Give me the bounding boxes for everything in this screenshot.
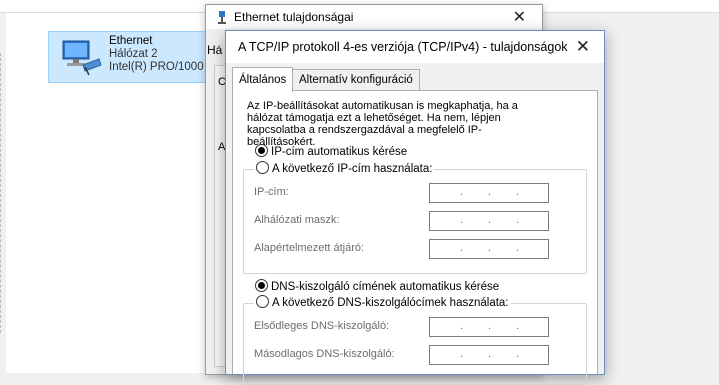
tab-alternate-configuration[interactable]: Alternatív konfiguráció (292, 69, 420, 90)
preferred-dns-input[interactable]: ... (429, 317, 549, 337)
ip-address-row: IP-cím: ... (254, 183, 579, 203)
dns-auto-label: DNS-kiszolgáló címének automatikus kérés… (271, 281, 500, 293)
network-connections-pane: Ethernet Hálózat 2 Intel(R) PRO/1000 (0, 13, 213, 373)
ip-address-input[interactable]: ... (429, 183, 549, 203)
close-icon[interactable]: ✕ (576, 37, 590, 57)
ip-manual-label: A következő IP-cím használata: (272, 163, 433, 175)
adapter-network: Hálózat 2 (109, 48, 158, 60)
ip-address-label: IP-cím: (254, 186, 289, 198)
ip-manual-option[interactable]: A következő IP-cím használata: (254, 161, 435, 175)
subnet-mask-input[interactable]: ... (429, 211, 549, 231)
radio-selected[interactable] (255, 279, 268, 292)
alternate-dns-row: Másodlagos DNS-kiszolgáló: ... (254, 345, 579, 365)
tcpip-properties-dialog: A TCP/IP protokoll 4-es verziója (TCP/IP… (225, 30, 605, 385)
dns-manual-label: A következő DNS-kiszolgálócímek használa… (272, 297, 509, 309)
default-gateway-input[interactable]: ... (429, 239, 549, 259)
adapter-name: Ethernet (109, 35, 153, 47)
alternate-dns-label: Másodlagos DNS-kiszolgáló: (254, 348, 395, 360)
ethernet-window-titlebar: Ethernet tulajdonságai ✕ (206, 5, 542, 29)
subnet-mask-row: Alhálózati maszk: ... (254, 211, 579, 231)
ethernet-window-title: Ethernet tulajdonságai (234, 10, 354, 24)
dialog-title: A TCP/IP protokoll 4-es verziója (TCP/IP… (238, 40, 568, 54)
ethernet-tab-fragment[interactable]: Há (207, 43, 222, 57)
default-gateway-label: Alapértelmezett átjáró: (254, 242, 365, 254)
ethernet-properties-icon (218, 11, 226, 24)
network-adapter-icon (62, 40, 102, 76)
ip-auto-option[interactable]: IP-cím automatikus kérése (255, 144, 407, 160)
adapter-device: Intel(R) PRO/1000 (109, 61, 204, 73)
ip-auto-label: IP-cím automatikus kérése (271, 146, 408, 158)
close-icon[interactable]: ✕ (513, 7, 526, 27)
subnet-mask-label: Alhálózati maszk: (254, 214, 340, 226)
ethernet-adapter-item[interactable]: Ethernet Hálózat 2 Intel(R) PRO/1000 (48, 31, 210, 83)
default-gateway-row: Alapértelmezett átjáró: ... (254, 239, 579, 259)
dns-auto-option[interactable]: DNS-kiszolgáló címének automatikus kérés… (255, 279, 499, 295)
ip-manual-group: A következő IP-cím használata: IP-cím: .… (243, 161, 587, 274)
radio-unselected[interactable] (256, 161, 269, 174)
dialog-body: Általános Alternatív konfiguráció Az IP-… (226, 63, 604, 385)
dialog-titlebar: A TCP/IP protokoll 4-es verziója (TCP/IP… (226, 31, 604, 63)
preferred-dns-row: Elsődleges DNS-kiszolgáló: ... (254, 317, 579, 337)
dns-manual-option[interactable]: A következő DNS-kiszolgálócímek használa… (254, 295, 511, 309)
tab-general[interactable]: Általános (232, 67, 294, 92)
preferred-dns-label: Elsődleges DNS-kiszolgáló: (254, 320, 390, 332)
general-tab-panel: Az IP-beállításokat automatikusan is meg… (232, 90, 598, 385)
alternate-dns-input[interactable]: ... (429, 345, 549, 365)
radio-selected[interactable] (255, 144, 268, 157)
radio-unselected[interactable] (256, 295, 269, 308)
description-text: Az IP-beállításokat automatikusan is meg… (247, 100, 518, 148)
